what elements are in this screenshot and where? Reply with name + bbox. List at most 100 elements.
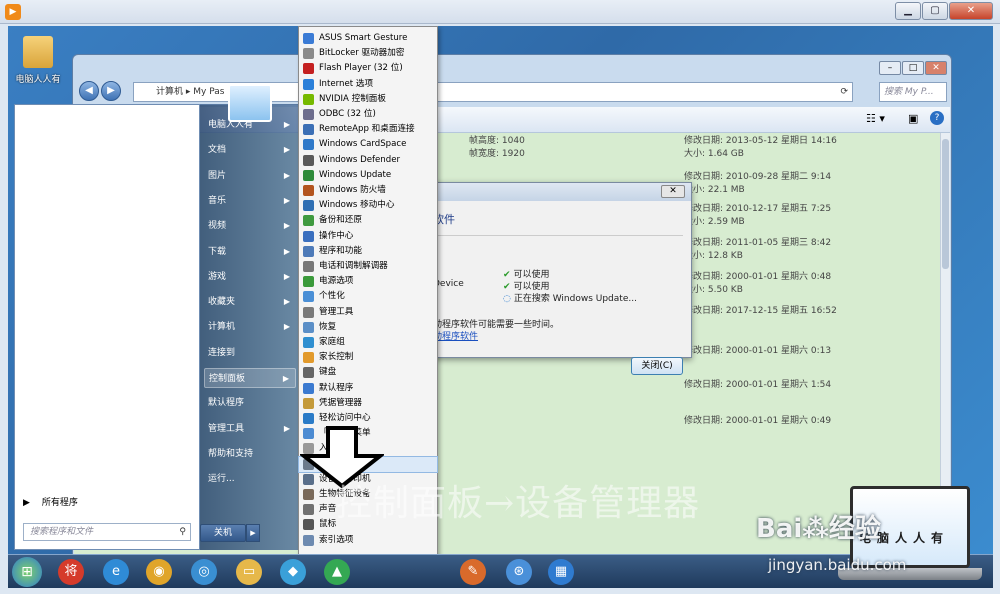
control-panel-item-icon: [303, 413, 314, 424]
app6-icon[interactable]: ◆: [280, 559, 306, 585]
shutdown-options-button[interactable]: ▶: [246, 524, 260, 542]
control-panel-item[interactable]: BitLocker 驱动器加密: [299, 46, 437, 61]
search-icon[interactable]: ⚲: [179, 524, 186, 540]
control-panel-item-icon: [303, 33, 314, 44]
control-panel-item[interactable]: 索引选项: [299, 533, 437, 548]
submenu-arrow-icon: ▶: [282, 374, 289, 383]
control-panel-item[interactable]: RemoteApp 和桌面连接: [299, 122, 437, 137]
start-menu-item[interactable]: 图片 ▶: [204, 166, 296, 186]
user-avatar[interactable]: [228, 84, 272, 122]
submenu-arrow-icon: ▶: [283, 170, 290, 180]
control-panel-item[interactable]: Windows CardSpace: [299, 137, 437, 152]
close-dialog-button[interactable]: 关闭(C): [631, 357, 683, 375]
start-menu-item[interactable]: 音乐 ▶: [204, 191, 296, 211]
control-panel-item-label: 鼠标: [319, 519, 337, 530]
start-menu-item[interactable]: 游戏 ▶: [204, 267, 296, 287]
control-panel-item-icon: [303, 352, 314, 364]
dialog-title-bar: [433, 183, 691, 201]
tool-icon[interactable]: ▦: [548, 559, 574, 585]
start-menu-item[interactable]: 文档 ▶: [204, 140, 296, 160]
start-menu-item[interactable]: 帮助和支持: [204, 444, 296, 464]
control-panel-item[interactable]: ASUS Smart Gesture: [299, 31, 437, 46]
start-menu-item[interactable]: 视频 ▶: [204, 216, 296, 236]
explorer-close-button[interactable]: ✕: [925, 61, 947, 75]
control-panel-item[interactable]: 电话和调制解调器: [299, 259, 437, 274]
start-menu-item[interactable]: 控制面板 ▶: [204, 368, 296, 388]
scroll-thumb[interactable]: [942, 139, 949, 269]
path-folder[interactable]: My Pas: [193, 87, 224, 97]
control-panel-item-icon: [303, 504, 314, 516]
control-panel-item-icon: [303, 169, 314, 181]
all-programs-label: 所有程序: [41, 498, 78, 508]
control-panel-item[interactable]: 家庭组: [299, 335, 437, 350]
explorer-minimize-button[interactable]: –: [879, 61, 901, 75]
control-panel-item[interactable]: Windows 防火墙: [299, 183, 437, 198]
preview-pane-icon[interactable]: ▣: [908, 112, 918, 125]
paint-icon[interactable]: ✎: [460, 559, 486, 585]
control-panel-item[interactable]: Windows Update: [299, 168, 437, 183]
control-panel-item[interactable]: 个性化: [299, 289, 437, 304]
control-panel-item[interactable]: Windows Defender: [299, 153, 437, 168]
start-menu-item[interactable]: 默认程序: [204, 393, 296, 413]
start-menu-item[interactable]: 运行...: [204, 469, 296, 489]
view-options-icon[interactable]: ☷ ▾: [866, 112, 885, 125]
app-360-icon[interactable]: 将: [58, 559, 84, 585]
folder-icon[interactable]: ▭: [236, 559, 262, 585]
control-panel-item[interactable]: 轻松访问中心: [299, 411, 437, 426]
control-panel-item[interactable]: ODBC (32 位): [299, 107, 437, 122]
start-button[interactable]: ⊞: [12, 557, 42, 587]
control-panel-item-label: 操作中心: [319, 230, 354, 241]
start-menu-item[interactable]: 管理工具 ▶: [204, 419, 296, 439]
desktop-icon[interactable]: 电脑人人有: [12, 36, 64, 85]
control-panel-item[interactable]: 电源选项: [299, 274, 437, 289]
minimize-button[interactable]: ▁: [895, 2, 921, 20]
all-programs-button[interactable]: ▶ 所有程序: [23, 495, 90, 508]
start-search-input[interactable]: 搜索程序和文件 ⚲: [23, 523, 191, 541]
explorer-maximize-button[interactable]: □: [902, 61, 924, 75]
control-panel-item[interactable]: 操作中心: [299, 229, 437, 244]
network-icon[interactable]: ⊛: [506, 559, 532, 585]
app7-icon[interactable]: ▲: [324, 559, 350, 585]
start-menu-item-label: 帮助和支持: [208, 448, 254, 459]
desktop-screen: 电脑人人有 – □ ✕ ◀ ▶ 计算机 ▸ My Pas ⟳ 搜索 My P..…: [8, 26, 993, 588]
control-panel-item[interactable]: 恢复: [299, 320, 437, 335]
start-menu-item[interactable]: 连接到: [204, 343, 296, 363]
maximize-button[interactable]: ▢: [922, 2, 948, 20]
start-menu-item-label: 运行...: [208, 474, 235, 485]
back-button[interactable]: ◀: [79, 81, 99, 101]
control-panel-item[interactable]: 家长控制: [299, 350, 437, 365]
start-menu-item-label: 收藏夹: [208, 297, 236, 308]
baidu-url: jingyan.baidu.com: [768, 556, 907, 574]
control-panel-item[interactable]: 备份和还原: [299, 213, 437, 228]
ie-icon[interactable]: e: [103, 559, 129, 585]
control-panel-item[interactable]: NVIDIA 控制面板: [299, 92, 437, 107]
dialog-link[interactable]: 动程序软件: [433, 329, 478, 342]
explorer-search-input[interactable]: 搜索 My P...: [879, 82, 947, 102]
control-panel-item[interactable]: 程序和功能: [299, 244, 437, 259]
control-panel-item[interactable]: Flash Player (32 位): [299, 61, 437, 76]
player-logo-icon[interactable]: ▶: [5, 4, 21, 20]
start-menu-item[interactable]: 收藏夹 ▶: [204, 292, 296, 312]
dialog-close-x-button[interactable]: ✕: [661, 185, 685, 198]
control-panel-item[interactable]: 管理工具: [299, 305, 437, 320]
control-panel-item[interactable]: 默认程序: [299, 381, 437, 396]
refresh-icon[interactable]: ⟳: [840, 83, 848, 101]
shutdown-button[interactable]: 关机: [200, 524, 246, 542]
chrome-icon[interactable]: ◉: [146, 559, 172, 585]
control-panel-item[interactable]: 键盘: [299, 365, 437, 380]
control-panel-item[interactable]: 凭据管理器: [299, 396, 437, 411]
file-detail: 大小: 5.50 KB: [684, 285, 743, 295]
baidu-logo: Bai⁂经验: [756, 514, 881, 544]
control-panel-item[interactable]: Internet 选项: [299, 77, 437, 92]
help-icon[interactable]: ?: [930, 111, 944, 125]
start-menu-item-label: 连接到: [208, 347, 236, 358]
control-panel-item-icon: [303, 139, 314, 151]
start-menu-item[interactable]: 下载 ▶: [204, 242, 296, 262]
browser2-icon[interactable]: ◎: [191, 559, 217, 585]
path-root[interactable]: 计算机: [156, 87, 183, 97]
close-button[interactable]: ✕: [949, 2, 993, 20]
control-panel-item[interactable]: Windows 移动中心: [299, 198, 437, 213]
start-menu-item[interactable]: 计算机 ▶: [204, 317, 296, 337]
file-detail: 帧高度: 1040: [469, 136, 525, 146]
forward-button[interactable]: ▶: [101, 81, 121, 101]
